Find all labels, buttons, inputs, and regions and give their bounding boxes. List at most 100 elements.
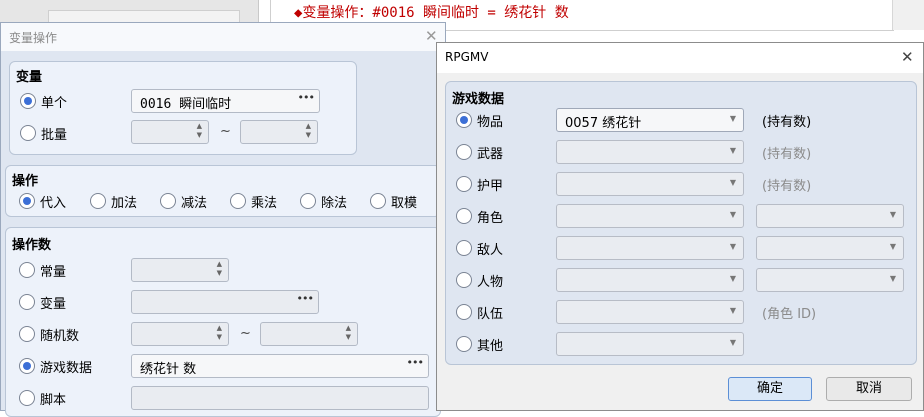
weapon-label: 武器 <box>477 147 504 162</box>
op-assign-radio[interactable] <box>19 193 35 209</box>
weapon-select[interactable]: ▼ <box>556 140 744 164</box>
random-max-input[interactable]: ▲ ▼ <box>260 322 358 346</box>
armor-select[interactable]: ▼ <box>556 172 744 196</box>
dialog-titlebar: RPGMV ✕ <box>437 43 923 73</box>
character-param-select[interactable]: ▼ <box>756 268 904 292</box>
script-input[interactable] <box>131 386 429 410</box>
chevron-down-icon: ▼ <box>729 306 736 315</box>
enemy-select[interactable]: ▼ <box>556 236 744 260</box>
enemy-radio[interactable] <box>456 240 472 256</box>
single-variable-value: 0016 瞬间临时 <box>140 97 232 112</box>
chevron-down-icon: ▼ <box>889 242 896 251</box>
party-label: 队伍 <box>477 307 504 322</box>
other-label: 其他 <box>477 339 504 354</box>
item-suffix: (持有数) <box>762 115 812 130</box>
cancel-button[interactable]: 取消 <box>826 377 912 401</box>
script-radio[interactable] <box>19 390 35 406</box>
constant-label: 常量 <box>40 265 67 280</box>
party-select[interactable]: ▼ <box>556 300 744 324</box>
item-select[interactable]: 0057 绣花针 ▼ <box>556 108 744 132</box>
random-radio[interactable] <box>19 326 35 342</box>
chevron-down-icon: ▼ <box>729 338 736 347</box>
spin-arrows-icon[interactable]: ▲ ▼ <box>346 324 351 342</box>
enemy-param-select[interactable]: ▼ <box>756 236 904 260</box>
chevron-down-icon: ▼ <box>729 274 736 283</box>
op-div-radio[interactable] <box>300 193 316 209</box>
weapon-radio[interactable] <box>456 144 472 160</box>
chevron-down-icon: ▼ <box>729 114 736 123</box>
spin-arrows-icon[interactable]: ▲ ▼ <box>197 122 202 140</box>
actor-radio[interactable] <box>456 208 472 224</box>
variable-label: 变量 <box>40 297 67 312</box>
operand-variable-picker[interactable]: ••• <box>131 290 319 314</box>
dialog-title: RPGMV <box>445 50 489 64</box>
game-data-picker[interactable]: 绣花针 数 ••• <box>131 354 429 378</box>
spin-arrows-icon[interactable]: ▲ ▼ <box>217 260 222 278</box>
enemy-label: 敌人 <box>477 243 504 258</box>
chevron-down-icon: ▼ <box>729 178 736 187</box>
ok-button[interactable]: 确定 <box>728 377 812 401</box>
op-mul-radio[interactable] <box>230 193 246 209</box>
range-radio-label: 批量 <box>41 128 68 143</box>
armor-suffix: (持有数) <box>762 179 812 194</box>
random-min-input[interactable]: ▲ ▼ <box>131 322 229 346</box>
armor-label: 护甲 <box>477 179 504 194</box>
dialog-titlebar: 变量操作 ✕ <box>1 23 445 51</box>
other-select[interactable]: ▼ <box>556 332 744 356</box>
constant-radio[interactable] <box>19 262 35 278</box>
op-mod-radio[interactable] <box>370 193 386 209</box>
op-assign-label: 代入 <box>40 196 67 211</box>
item-label: 物品 <box>477 115 504 130</box>
single-radio[interactable] <box>20 93 36 109</box>
chevron-down-icon: ▼ <box>729 242 736 251</box>
event-command-line[interactable]: ◆变量操作：#0016 瞬间临时 = 绣花针 数 <box>294 2 569 22</box>
spin-arrows-icon[interactable]: ▲ ▼ <box>306 122 311 140</box>
game-data-label: 游戏数据 <box>40 361 93 376</box>
spin-arrows-icon[interactable]: ▲ ▼ <box>217 324 222 342</box>
range-tilde: ~ <box>220 124 231 139</box>
close-icon[interactable]: ✕ <box>901 50 914 65</box>
op-mod-label: 取模 <box>391 196 418 211</box>
other-radio[interactable] <box>456 336 472 352</box>
range-radio[interactable] <box>20 125 36 141</box>
variable-operation-dialog: 变量操作 ✕ 变量 单个 0016 瞬间临时 ••• 批量 ▲ ▼ ~ ▲ ▼ 操作… <box>0 22 446 417</box>
actor-label: 角色 <box>477 211 504 226</box>
actor-select[interactable]: ▼ <box>556 204 744 228</box>
dialog-title: 变量操作 <box>9 31 58 45</box>
actor-param-select[interactable]: ▼ <box>756 204 904 228</box>
ellipsis-icon: ••• <box>297 91 315 104</box>
character-radio[interactable] <box>456 272 472 288</box>
game-data-radio[interactable] <box>19 358 35 374</box>
game-data-dialog: RPGMV ✕ 游戏数据 物品 0057 绣花针 ▼ (持有数) 武器 ▼ (持… <box>436 42 924 411</box>
ellipsis-icon: ••• <box>296 292 314 305</box>
single-variable-picker[interactable]: 0016 瞬间临时 ••• <box>131 89 320 113</box>
op-div-label: 除法 <box>321 196 348 211</box>
variable-radio[interactable] <box>19 294 35 310</box>
chevron-down-icon: ▼ <box>889 210 896 219</box>
chevron-down-icon: ▼ <box>729 146 736 155</box>
game-data-group: 游戏数据 物品 0057 绣花针 ▼ (持有数) 武器 ▼ (持有数) 护甲 ▼… <box>445 81 917 365</box>
random-tilde: ~ <box>240 326 251 341</box>
range-start-input[interactable]: ▲ ▼ <box>131 120 209 144</box>
operation-panel-label: 操作 <box>12 174 39 189</box>
random-label: 随机数 <box>40 329 80 344</box>
operand-panel-label: 操作数 <box>12 238 52 253</box>
op-sub-radio[interactable] <box>160 193 176 209</box>
event-list-scrollbar[interactable] <box>892 0 924 30</box>
range-end-input[interactable]: ▲ ▼ <box>240 120 318 144</box>
chevron-down-icon: ▼ <box>889 274 896 283</box>
op-mul-label: 乘法 <box>251 196 278 211</box>
ellipsis-icon: ••• <box>406 356 424 369</box>
character-select[interactable]: ▼ <box>556 268 744 292</box>
item-select-value: 0057 绣花针 <box>565 116 642 131</box>
game-data-value: 绣花针 数 <box>140 362 197 377</box>
script-label: 脚本 <box>40 393 67 408</box>
op-add-radio[interactable] <box>90 193 106 209</box>
constant-input[interactable]: ▲ ▼ <box>131 258 229 282</box>
armor-radio[interactable] <box>456 176 472 192</box>
party-radio[interactable] <box>456 304 472 320</box>
operand-panel: 操作数 常量 ▲ ▼ 变量 ••• 随机数 ▲ ▼ ~ ▲ ▼ 游戏数据 绣花针 数 … <box>5 227 441 417</box>
op-sub-label: 减法 <box>181 196 208 211</box>
weapon-suffix: (持有数) <box>762 147 812 162</box>
item-radio[interactable] <box>456 112 472 128</box>
